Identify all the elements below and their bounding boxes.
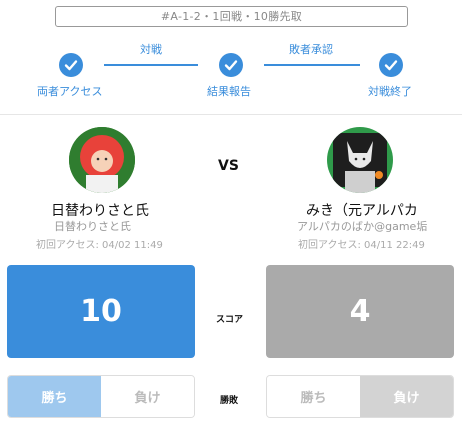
- right-win-button[interactable]: 勝ち: [267, 376, 360, 417]
- right-player-result-toggle[interactable]: 勝ち 負け: [266, 375, 454, 418]
- result-label: 勝敗: [220, 396, 239, 406]
- match-id-label: #A-1-2・1回戦・10勝先取: [55, 6, 408, 27]
- right-lose-button[interactable]: 負け: [360, 376, 453, 417]
- right-player-avatar[interactable]: [327, 127, 393, 193]
- right-player-sub-name: アルパカのばか@game垢: [297, 220, 428, 233]
- left-player-first-access: 初回アクセス: 04/02 11:49: [36, 240, 163, 251]
- step-label-result-report: 結果報告: [207, 85, 251, 98]
- left-player-name[interactable]: 日替わりさと氏: [51, 200, 149, 220]
- section-divider: [0, 114, 462, 115]
- step-both-access-check-icon: [59, 53, 83, 77]
- step-result-report-check-icon: [219, 53, 243, 77]
- left-player-result-toggle[interactable]: 勝ち 負け: [7, 375, 195, 418]
- left-player-avatar[interactable]: [69, 127, 135, 193]
- progress-connector-1: [104, 64, 198, 66]
- left-lose-button[interactable]: 負け: [101, 376, 194, 417]
- connector-label-battle: 対戦: [140, 43, 162, 56]
- vs-label: VS: [218, 158, 239, 174]
- step-label-match-end: 対戦終了: [368, 85, 412, 98]
- left-win-button[interactable]: 勝ち: [8, 376, 101, 417]
- connector-label-loser-approval: 敗者承認: [289, 43, 333, 56]
- right-player-score: 4: [266, 265, 454, 358]
- left-player-score: 10: [7, 265, 195, 358]
- right-player-name[interactable]: みき（元アルパカ: [306, 200, 418, 220]
- step-label-both-access: 両者アクセス: [37, 85, 103, 98]
- progress-connector-2: [264, 64, 360, 66]
- right-player-first-access: 初回アクセス: 04/11 22:49: [298, 240, 425, 251]
- score-label: スコア: [216, 315, 244, 325]
- left-player-sub-name: 日替わりさと氏: [54, 220, 131, 233]
- step-match-end-check-icon: [379, 53, 403, 77]
